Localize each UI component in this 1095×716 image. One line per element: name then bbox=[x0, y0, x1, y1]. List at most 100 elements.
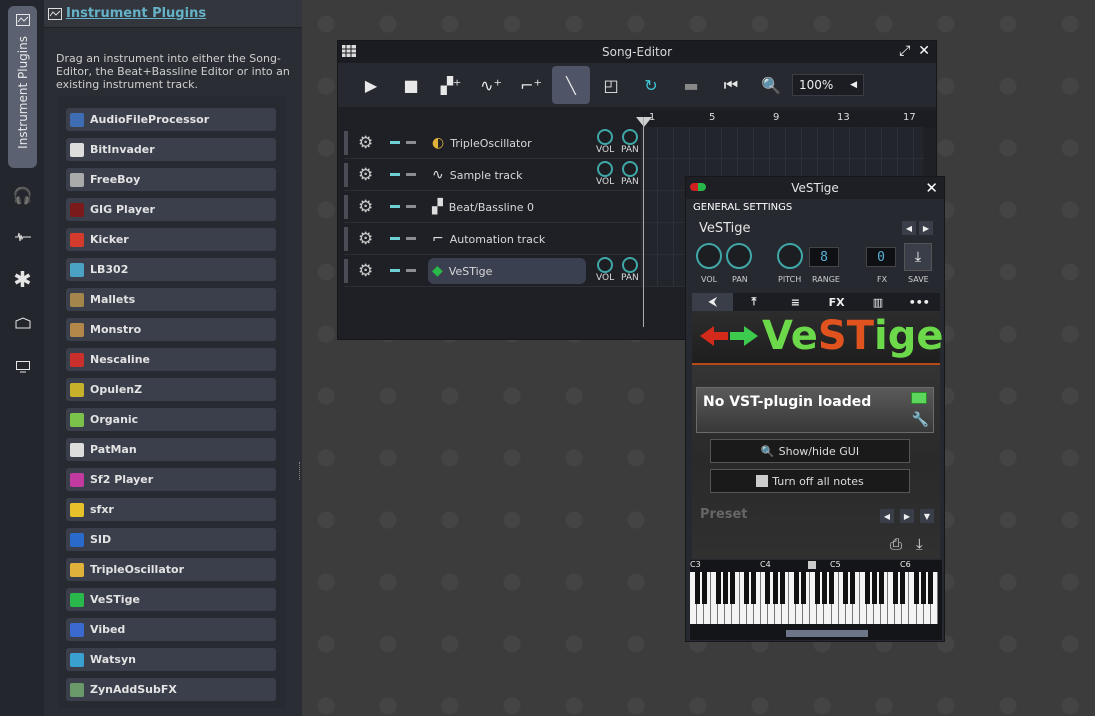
tab-envelope[interactable]: ⤒ bbox=[733, 293, 774, 311]
track-drag-handle[interactable] bbox=[344, 195, 348, 219]
solo-button[interactable] bbox=[406, 237, 416, 240]
volume-knob[interactable] bbox=[696, 243, 722, 272]
black-key[interactable] bbox=[715, 572, 721, 604]
close-icon[interactable]: ✕ bbox=[918, 43, 930, 59]
plugin-item[interactable]: OpulenZ bbox=[66, 378, 276, 401]
black-key[interactable] bbox=[871, 572, 877, 604]
black-key[interactable] bbox=[793, 572, 799, 604]
plugin-item[interactable]: BitInvader bbox=[66, 138, 276, 161]
loop-points-button[interactable]: ▬ bbox=[672, 66, 710, 104]
tab-plugin[interactable]: ⮜ bbox=[692, 293, 734, 311]
solo-button[interactable] bbox=[406, 205, 416, 208]
stop-behaviour-button[interactable]: ⏮ bbox=[712, 66, 750, 104]
timeline-ruler[interactable]: 1 5 9 13 17 bbox=[641, 110, 936, 128]
plugin-item[interactable]: FreeBoy bbox=[66, 168, 276, 191]
play-button[interactable]: ▶ bbox=[352, 66, 390, 104]
black-key[interactable] bbox=[914, 572, 920, 604]
add-sample-track-button[interactable]: ∿⁺ bbox=[472, 66, 510, 104]
playhead-marker[interactable] bbox=[636, 117, 652, 127]
black-key[interactable] bbox=[822, 572, 828, 604]
black-key[interactable] bbox=[765, 572, 771, 604]
black-key[interactable] bbox=[843, 572, 849, 604]
add-automation-track-button[interactable]: ⌐⁺ bbox=[512, 66, 550, 104]
zoom-select[interactable]: 100% ◀ bbox=[792, 74, 864, 96]
tab-favorites[interactable]: ✱ bbox=[8, 268, 37, 293]
plugin-item[interactable]: sfxr bbox=[66, 498, 276, 521]
base-note-marker[interactable] bbox=[808, 561, 816, 569]
black-key[interactable] bbox=[878, 572, 884, 604]
solo-button[interactable] bbox=[406, 173, 416, 176]
track-volume-knob[interactable]: VOL bbox=[596, 161, 614, 187]
track-pan-knob[interactable]: PAN bbox=[621, 161, 639, 187]
track-name-button[interactable]: ◆ VeSTige bbox=[428, 258, 586, 284]
mute-button[interactable] bbox=[390, 205, 400, 208]
black-key[interactable] bbox=[722, 572, 728, 604]
plugin-item[interactable]: ZynAddSubFX bbox=[66, 678, 276, 701]
tab-misc[interactable]: ••• bbox=[899, 293, 940, 311]
black-key[interactable] bbox=[694, 572, 700, 604]
solo-button[interactable] bbox=[406, 141, 416, 144]
plugin-item[interactable]: TripleOscillator bbox=[66, 558, 276, 581]
piano-keyboard[interactable]: C3 C4 C5 C6 bbox=[690, 560, 942, 640]
plugin-item[interactable]: VeSTige bbox=[66, 588, 276, 611]
range-lcd[interactable]: 8 bbox=[809, 247, 839, 267]
vestige-titlebar[interactable]: VeSTige ✕ bbox=[686, 177, 944, 199]
plugin-item[interactable]: SID bbox=[66, 528, 276, 551]
tab-samples[interactable]: 🎧 bbox=[8, 184, 37, 206]
track-drag-handle[interactable] bbox=[344, 227, 348, 251]
black-key[interactable] bbox=[928, 572, 934, 604]
plugin-item[interactable]: Vibed bbox=[66, 618, 276, 641]
maximize-icon[interactable]: ⤢ bbox=[899, 43, 910, 59]
track-name-button[interactable]: ▞ Beat/Bassline 0 bbox=[428, 194, 586, 220]
plugin-item[interactable]: AudioFileProcessor bbox=[66, 108, 276, 131]
open-folder-icon[interactable] bbox=[911, 392, 927, 404]
black-key[interactable] bbox=[921, 572, 927, 604]
tab-functions[interactable]: ≡ bbox=[775, 293, 816, 311]
draw-mode-button[interactable]: ╲ bbox=[552, 66, 590, 104]
track-volume-knob[interactable]: VOL bbox=[596, 129, 614, 155]
track-name-button[interactable]: ◐ TripleOscillator bbox=[428, 130, 586, 156]
track-drag-handle[interactable] bbox=[344, 259, 348, 283]
black-key[interactable] bbox=[772, 572, 778, 604]
plugin-item[interactable]: Kicker bbox=[66, 228, 276, 251]
gear-icon[interactable]: ⚙ bbox=[358, 165, 373, 185]
track-name-button[interactable]: ⌐ Automation track bbox=[428, 226, 586, 252]
plugin-item[interactable]: Watsyn bbox=[66, 648, 276, 671]
track-volume-knob[interactable]: VOL bbox=[596, 257, 614, 283]
plugin-item[interactable]: GIG Player bbox=[66, 198, 276, 221]
turn-off-notes-button[interactable]: Turn off all notes bbox=[710, 469, 910, 493]
black-key[interactable] bbox=[779, 572, 785, 604]
fx-channel-lcd[interactable]: 0 bbox=[866, 247, 896, 267]
instrument-name-field[interactable]: VeSTige bbox=[699, 221, 751, 236]
black-key[interactable] bbox=[744, 572, 750, 604]
track-pan-knob[interactable]: PAN bbox=[621, 129, 639, 155]
black-key[interactable] bbox=[815, 572, 821, 604]
track-pan-knob[interactable]: PAN bbox=[621, 257, 639, 283]
black-key[interactable] bbox=[829, 572, 835, 604]
panel-splitter[interactable] bbox=[299, 462, 302, 480]
black-key[interactable] bbox=[864, 572, 870, 604]
pan-knob[interactable] bbox=[726, 243, 752, 272]
wrench-icon[interactable]: 🔧 bbox=[912, 412, 929, 428]
black-key[interactable] bbox=[850, 572, 856, 604]
black-key[interactable] bbox=[900, 572, 906, 604]
download-icon[interactable]: ⤓ bbox=[916, 535, 923, 553]
plugin-item[interactable]: Mallets bbox=[66, 288, 276, 311]
show-hide-gui-button[interactable]: 🔍 Show/hide GUI bbox=[710, 439, 910, 463]
mute-button[interactable] bbox=[390, 237, 400, 240]
plugin-item[interactable]: Monstro bbox=[66, 318, 276, 341]
plugin-item[interactable]: Nescaline bbox=[66, 348, 276, 371]
keyboard-scrollbar[interactable] bbox=[786, 630, 868, 637]
prev-preset-button[interactable]: ◀ bbox=[902, 221, 916, 235]
mute-button[interactable] bbox=[390, 269, 400, 272]
black-key[interactable] bbox=[892, 572, 898, 604]
preset-prev-button[interactable]: ◀ bbox=[880, 509, 894, 523]
edit-mode-button[interactable]: ◰ bbox=[592, 66, 630, 104]
gear-icon[interactable]: ⚙ bbox=[358, 197, 373, 217]
preset-next-button[interactable]: ▶ bbox=[900, 509, 914, 523]
preset-menu-button[interactable]: ▼ bbox=[920, 509, 934, 523]
black-key[interactable] bbox=[751, 572, 757, 604]
auto-scroll-button[interactable]: ↻ bbox=[632, 66, 670, 104]
tab-presets[interactable] bbox=[8, 226, 37, 248]
plugin-item[interactable]: Organic bbox=[66, 408, 276, 431]
